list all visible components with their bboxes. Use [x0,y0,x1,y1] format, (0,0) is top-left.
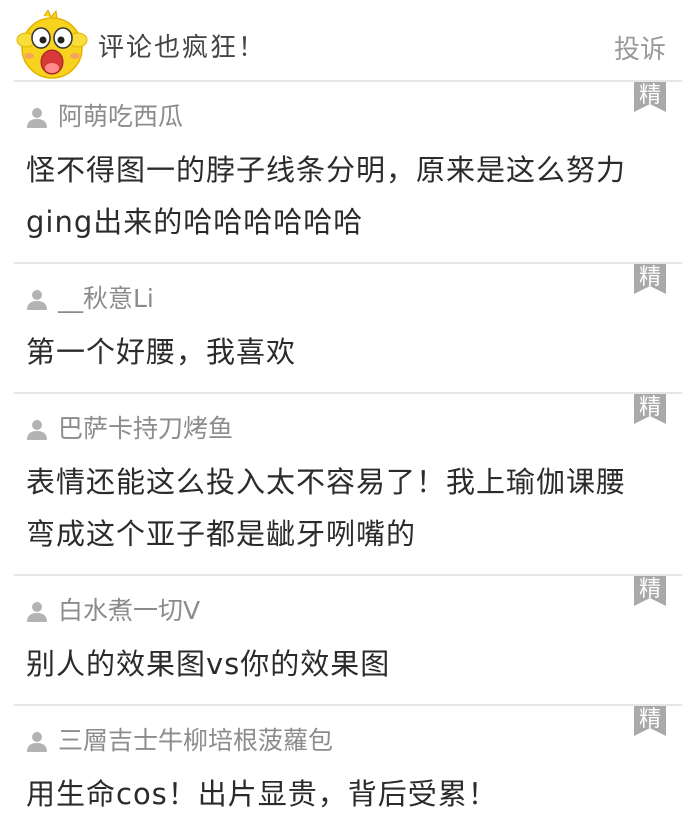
featured-badge-label: 精 [638,265,661,290]
featured-badge-label: 精 [638,577,661,602]
page-title: 评论也疯狂！ [98,33,267,63]
featured-badge: 精 [634,264,666,294]
comment-text: 怪不得图一的脖子线条分明，原来是这么努力ging出来的哈哈哈哈哈哈 [26,153,627,239]
page-header: 评论也疯狂！ 投诉 [0,0,682,80]
featured-badge: 精 [634,394,666,424]
username: 白水煮一切V [58,596,201,625]
comment-text: 表情还能这么投入太不容易了！我上瑜伽课腰弯成这个亚子都是龇牙咧嘴的 [26,465,627,551]
user-icon [27,602,47,622]
comment-author[interactable]: __秋意Li [26,282,154,316]
featured-badge: 精 [634,576,666,606]
featured-badge: 精 [634,706,666,736]
comment-item: 精 巴萨卡持刀烤鱼 表情还能这么投入太不容易了！我上瑜伽课腰弯成这个亚子都是龇牙… [14,392,682,574]
comment-author[interactable]: 白水煮一切V [26,594,200,628]
comment-text: 第一个好腰，我喜欢 [26,335,297,369]
user-icon [27,108,47,128]
featured-badge-label: 精 [638,395,661,420]
username: 巴萨卡持刀烤鱼 [58,414,234,443]
user-icon [27,290,47,310]
username: 三層吉士牛柳培根菠蘿包 [58,726,334,755]
featured-badge-label: 精 [638,707,661,732]
comment-item: 精 白水煮一切V 别人的效果图vs你的效果图 [14,574,682,704]
comment-item: 精 阿萌吃西瓜 怪不得图一的脖子线条分明，原来是这么努力ging出来的哈哈哈哈哈… [14,80,682,262]
featured-badge: 精 [634,82,666,112]
user-icon [27,420,47,440]
user-icon [27,732,47,752]
comment-item: 精 __秋意Li 第一个好腰，我喜欢 [14,262,682,392]
comment-author[interactable]: 巴萨卡持刀烤鱼 [26,412,233,446]
comment-text: 用生命cos！出片显贵，背后受累！ [26,777,498,811]
username: 阿萌吃西瓜 [58,102,184,131]
username: __秋意Li [58,284,154,313]
report-button[interactable]: 投诉 [614,30,666,70]
comment-author[interactable]: 阿萌吃西瓜 [26,100,183,134]
featured-badge-label: 精 [638,83,661,108]
yellow-chick-mascot-icon [16,10,88,79]
comment-text: 别人的效果图vs你的效果图 [26,647,391,681]
comment-author[interactable]: 三層吉士牛柳培根菠蘿包 [26,724,333,758]
comment-item: 精 三層吉士牛柳培根菠蘿包 用生命cos！出片显贵，背后受累！ [14,704,682,832]
